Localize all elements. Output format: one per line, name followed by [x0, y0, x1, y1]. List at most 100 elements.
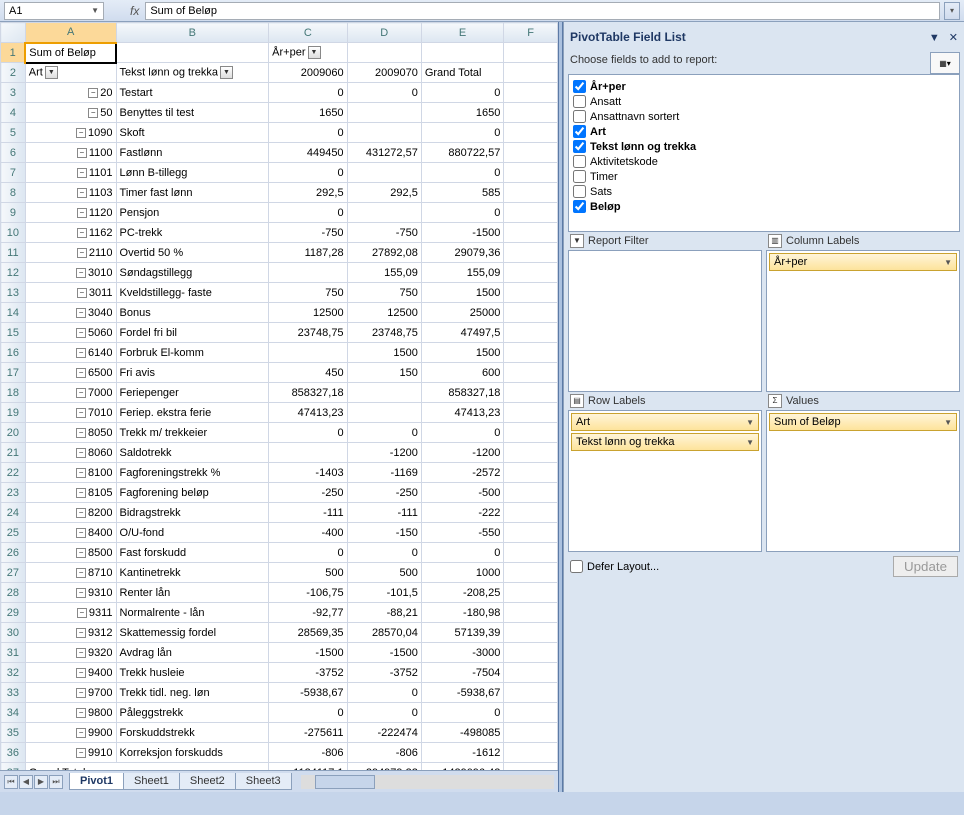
- cell-art[interactable]: −9900: [25, 723, 116, 743]
- collapse-icon[interactable]: −: [76, 388, 86, 398]
- cell-gt[interactable]: -1612: [421, 743, 504, 763]
- field-checkbox[interactable]: [573, 185, 586, 198]
- tekst-dropdown-icon[interactable]: ▼: [220, 66, 233, 79]
- grand-total-label[interactable]: Grand Total: [25, 763, 268, 771]
- cell-art[interactable]: −7000: [25, 383, 116, 403]
- cell-gt[interactable]: -222: [421, 503, 504, 523]
- cell-c1[interactable]: 292,5: [269, 183, 347, 203]
- tab-nav-prev-icon[interactable]: ◀: [19, 775, 33, 789]
- select-all-corner[interactable]: [1, 23, 26, 43]
- spreadsheet-grid[interactable]: A B C D E F 1 Sum of Beløp År+per▼: [0, 22, 558, 770]
- cell-art[interactable]: −9310: [25, 583, 116, 603]
- cell-c2[interactable]: -222474: [347, 723, 421, 743]
- cell-gt[interactable]: -498085: [421, 723, 504, 743]
- cell-txt[interactable]: Avdrag lån: [116, 643, 269, 663]
- cell-txt[interactable]: Søndagstillegg: [116, 263, 269, 283]
- cell-c1[interactable]: 0: [269, 163, 347, 183]
- row-header-15[interactable]: 15: [1, 323, 26, 343]
- cell-gt[interactable]: 57139,39: [421, 623, 504, 643]
- collapse-icon[interactable]: −: [77, 248, 87, 258]
- cell-c1[interactable]: 750: [269, 283, 347, 303]
- cell-art[interactable]: −8500: [25, 543, 116, 563]
- cell-c2[interactable]: -88,21: [347, 603, 421, 623]
- row-header-20[interactable]: 20: [1, 423, 26, 443]
- fx-icon[interactable]: fx: [130, 4, 139, 18]
- row-header-1[interactable]: 1: [1, 43, 26, 63]
- cell-c2[interactable]: 750: [347, 283, 421, 303]
- cell-gt[interactable]: 0: [421, 83, 504, 103]
- col-header-E[interactable]: E: [421, 23, 504, 43]
- cell-c1[interactable]: 449450: [269, 143, 347, 163]
- col-header-F[interactable]: F: [504, 23, 558, 43]
- collapse-icon[interactable]: −: [76, 688, 86, 698]
- cell-c2[interactable]: -1500: [347, 643, 421, 663]
- collapse-icon[interactable]: −: [76, 728, 86, 738]
- collapse-icon[interactable]: −: [76, 308, 86, 318]
- cell-art[interactable]: −8100: [25, 463, 116, 483]
- cell-txt[interactable]: Kantinetrekk: [116, 563, 269, 583]
- collapse-icon[interactable]: −: [76, 428, 86, 438]
- field-item[interactable]: Sats: [573, 184, 955, 199]
- collapse-icon[interactable]: −: [76, 348, 86, 358]
- cell-c2[interactable]: 1500: [347, 343, 421, 363]
- cell-art[interactable]: −8710: [25, 563, 116, 583]
- cell-art[interactable]: −3011: [25, 283, 116, 303]
- cell-gt[interactable]: 47413,23: [421, 403, 504, 423]
- collapse-icon[interactable]: −: [77, 168, 87, 178]
- field-checkbox[interactable]: [573, 125, 586, 138]
- cell-c2[interactable]: [347, 123, 421, 143]
- cell-c2[interactable]: 431272,57: [347, 143, 421, 163]
- cell-txt[interactable]: Korreksjon forskudds: [116, 743, 269, 763]
- row-header-17[interactable]: 17: [1, 363, 26, 383]
- cell-art[interactable]: −6500: [25, 363, 116, 383]
- cell-txt[interactable]: O/U-fond: [116, 523, 269, 543]
- formula-expand-icon[interactable]: ▾: [944, 2, 960, 20]
- grand-total-c2[interactable]: 294979,32: [347, 763, 421, 771]
- cell-c1[interactable]: 28569,35: [269, 623, 347, 643]
- cell-art[interactable]: −2110: [25, 243, 116, 263]
- cell-gt[interactable]: -180,98: [421, 603, 504, 623]
- collapse-icon[interactable]: −: [76, 368, 86, 378]
- cell-txt[interactable]: Renter lån: [116, 583, 269, 603]
- sheet-tab-sheet3[interactable]: Sheet3: [235, 773, 292, 790]
- cell-c1[interactable]: 0: [269, 703, 347, 723]
- cell-B1[interactable]: [116, 43, 269, 63]
- cell-gt[interactable]: -2572: [421, 463, 504, 483]
- cell-txt[interactable]: Normalrente - lån: [116, 603, 269, 623]
- col-header-D[interactable]: D: [347, 23, 421, 43]
- row-header-25[interactable]: 25: [1, 523, 26, 543]
- tab-nav-last-icon[interactable]: ⏭: [49, 775, 63, 789]
- row-header-13[interactable]: 13: [1, 283, 26, 303]
- sheet-tab-sheet2[interactable]: Sheet2: [179, 773, 236, 790]
- cell-gt[interactable]: 880722,57: [421, 143, 504, 163]
- cell-txt[interactable]: Fagforening beløp: [116, 483, 269, 503]
- field-item[interactable]: Timer: [573, 169, 955, 184]
- collapse-icon[interactable]: −: [88, 88, 98, 98]
- cell-c1[interactable]: -806: [269, 743, 347, 763]
- cell-gt[interactable]: 0: [421, 163, 504, 183]
- field-list-minimize-icon[interactable]: ▼: [929, 32, 940, 44]
- cell-c2[interactable]: -806: [347, 743, 421, 763]
- row-header-5[interactable]: 5: [1, 123, 26, 143]
- collapse-icon[interactable]: −: [77, 208, 87, 218]
- row-header-19[interactable]: 19: [1, 403, 26, 423]
- cell-art[interactable]: −1101: [25, 163, 116, 183]
- cell-c1[interactable]: -5938,67: [269, 683, 347, 703]
- cell-c1[interactable]: -106,75: [269, 583, 347, 603]
- collapse-icon[interactable]: −: [76, 668, 86, 678]
- dropzone-item[interactable]: Tekst lønn og trekka▼: [571, 433, 759, 451]
- collapse-icon[interactable]: −: [76, 708, 86, 718]
- cell-txt[interactable]: Overtid 50 %: [116, 243, 269, 263]
- cell-c2[interactable]: 150: [347, 363, 421, 383]
- cell-c1[interactable]: 0: [269, 203, 347, 223]
- cell-gt[interactable]: 600: [421, 363, 504, 383]
- cell-c1[interactable]: 450: [269, 363, 347, 383]
- cell-txt[interactable]: Testart: [116, 83, 269, 103]
- cell-txt[interactable]: PC-trekk: [116, 223, 269, 243]
- row-header-12[interactable]: 12: [1, 263, 26, 283]
- cell-txt[interactable]: Pensjon: [116, 203, 269, 223]
- cell-txt[interactable]: Bonus: [116, 303, 269, 323]
- cell-c2[interactable]: 0: [347, 683, 421, 703]
- cell-c1[interactable]: 858327,18: [269, 383, 347, 403]
- cell-art[interactable]: −1120: [25, 203, 116, 223]
